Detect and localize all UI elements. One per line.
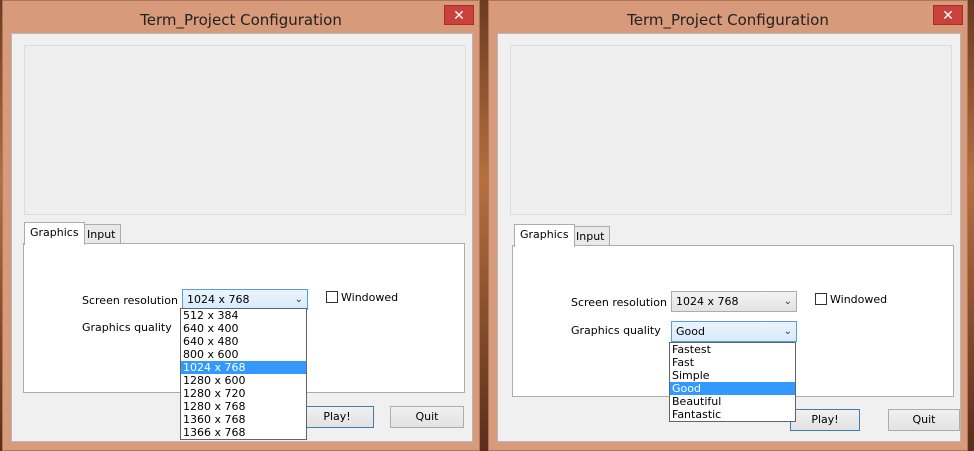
dropdown-option[interactable]: Fastest xyxy=(670,343,795,356)
config-window-left: Term_Project Configuration ✕ Graphics In… xyxy=(2,0,480,451)
screen-resolution-value: 1024 x 768 xyxy=(187,293,250,306)
chevron-down-icon: ⌄ xyxy=(783,326,792,337)
graphics-quality-select[interactable]: Good ⌄ xyxy=(671,321,797,342)
play-button[interactable]: Play! xyxy=(790,409,860,431)
screen-resolution-label: Screen resolution xyxy=(82,294,178,307)
chevron-down-icon: ⌄ xyxy=(783,296,792,307)
dropdown-option-selected[interactable]: Good xyxy=(670,382,795,395)
dropdown-option[interactable]: 640 x 400 xyxy=(181,322,306,335)
graphics-quality-label: Graphics quality xyxy=(82,321,172,334)
screen-resolution-label: Screen resolution xyxy=(571,296,667,309)
dropdown-option[interactable]: 1366 x 768 xyxy=(181,426,306,439)
dropdown-option[interactable]: 1280 x 720 xyxy=(181,387,306,400)
close-icon: ✕ xyxy=(453,8,465,24)
dropdown-option[interactable]: Beautiful xyxy=(670,395,795,408)
graphics-quality-label: Graphics quality xyxy=(571,324,661,337)
close-button[interactable]: ✕ xyxy=(933,5,963,25)
dropdown-option[interactable]: Fast xyxy=(670,356,795,369)
windowed-checkbox[interactable] xyxy=(326,291,338,303)
close-icon: ✕ xyxy=(942,8,954,24)
desktop-background-right xyxy=(968,0,974,451)
dropdown-option[interactable]: 1280 x 768 xyxy=(181,400,306,413)
dropdown-option[interactable]: 800 x 600 xyxy=(181,348,306,361)
desktop-background-middle xyxy=(480,0,488,451)
chevron-down-icon: ⌄ xyxy=(294,294,303,305)
dropdown-option[interactable]: 512 x 384 xyxy=(181,309,306,322)
screen-resolution-select[interactable]: 1024 x 768 ⌄ xyxy=(671,291,797,312)
tab-graphics[interactable]: Graphics xyxy=(24,222,85,245)
windowed-label: Windowed xyxy=(341,291,399,304)
tab-input[interactable]: Input xyxy=(81,224,122,244)
dropdown-option[interactable]: 640 x 480 xyxy=(181,335,306,348)
graphics-quality-value: Good xyxy=(676,325,705,338)
dropdown-option[interactable]: Fantastic xyxy=(670,408,795,421)
play-button[interactable]: Play! xyxy=(300,406,374,428)
tab-input[interactable]: Input xyxy=(570,226,611,246)
config-window-right: Term_Project Configuration ✕ Graphics In… xyxy=(488,0,968,451)
dropdown-option[interactable]: Simple xyxy=(670,369,795,382)
windowed-checkbox[interactable] xyxy=(815,293,827,305)
tab-graphics[interactable]: Graphics xyxy=(514,224,575,247)
resolution-dropdown-list: 512 x 384 640 x 400 640 x 480 800 x 600 … xyxy=(180,308,307,440)
windowed-label: Windowed xyxy=(830,293,888,306)
banner-image xyxy=(510,45,952,215)
screen-resolution-value: 1024 x 768 xyxy=(676,295,739,308)
quality-dropdown-list: Fastest Fast Simple Good Beautiful Fanta… xyxy=(669,342,796,422)
quit-button[interactable]: Quit xyxy=(888,409,960,431)
dropdown-option[interactable]: 1360 x 768 xyxy=(181,413,306,426)
quit-button[interactable]: Quit xyxy=(390,406,464,428)
screen-resolution-select[interactable]: 1024 x 768 ⌄ xyxy=(182,289,308,310)
dropdown-option-selected[interactable]: 1024 x 768 xyxy=(181,361,306,374)
close-button[interactable]: ✕ xyxy=(444,5,474,25)
dropdown-option[interactable]: 1280 x 600 xyxy=(181,374,306,387)
banner-image xyxy=(24,45,466,215)
